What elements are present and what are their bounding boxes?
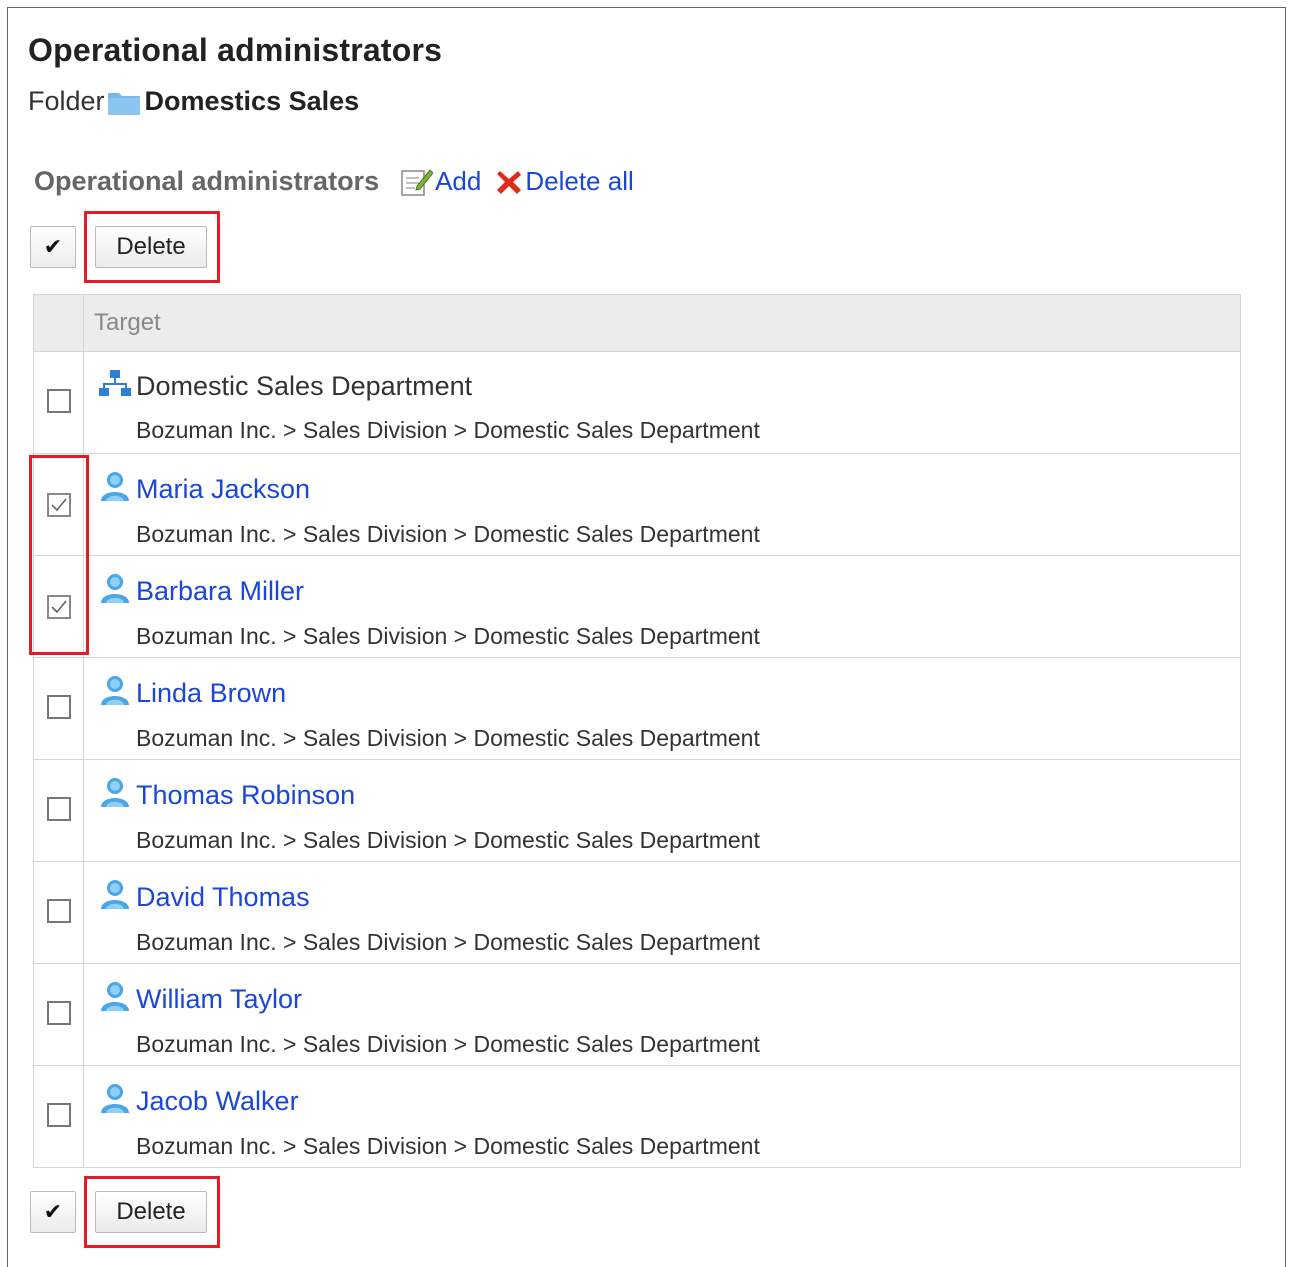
edit-icon [401,168,434,196]
targets-table: Target Domestic Sales Department Bozuman … [33,294,1241,1168]
organization-path: Bozuman Inc. > Sales Division > Domestic… [136,1031,760,1057]
top-action-bar: ✔ Delete [30,211,220,283]
folder-icon [107,90,141,116]
add-label: Add [435,166,482,196]
user-icon [98,878,132,917]
organization-path: Bozuman Inc. > Sales Division > Domestic… [136,1133,760,1159]
row-info-cell: Barbara Miller Bozuman Inc. > Sales Divis… [83,555,1241,658]
section-header: Operational administrators Add Delete al… [34,166,634,197]
table-row: Linda Brown Bozuman Inc. > Sales Division… [33,657,1241,760]
row-checkbox-cell [33,861,84,964]
row-checkbox[interactable] [46,899,71,923]
organization-name: Domestic Sales Department [136,371,473,401]
user-name-link[interactable]: Jacob Walker [136,1086,299,1117]
organization-icon [98,368,132,405]
user-icon [98,572,132,611]
user-name-link[interactable]: Barbara Miller [136,576,304,607]
table-row: Thomas Robinson Bozuman Inc. > Sales Divi… [33,759,1241,862]
user-name-link[interactable]: Maria Jackson [136,474,310,505]
user-icon [98,470,132,509]
user-name-link[interactable]: Thomas Robinson [136,780,355,811]
delete-button-highlight: Delete [84,1176,220,1248]
organization-path: Bozuman Inc. > Sales Division > Domestic… [136,725,760,751]
row-checkbox-cell [33,657,84,760]
row-checkbox[interactable] [46,1001,71,1025]
folder-name: Domestics Sales [144,86,360,116]
check-all-button[interactable]: ✔ [30,226,76,268]
table-row: William Taylor Bozuman Inc. > Sales Divis… [33,963,1241,1066]
organization-path: Bozuman Inc. > Sales Division > Domestic… [136,623,760,649]
user-icon [98,674,132,713]
folder-breadcrumb: Folder Domestics Sales [28,86,359,117]
row-checkbox-cell [33,351,84,454]
row-checkbox[interactable] [46,389,71,413]
table-row: Jacob Walker Bozuman Inc. > Sales Divisio… [33,1065,1241,1168]
row-checkbox-cell [33,1065,84,1168]
row-info-cell: Domestic Sales Department Bozuman Inc. > … [83,351,1241,454]
table-row: Maria Jackson Bozuman Inc. > Sales Divisi… [33,453,1241,556]
section-title: Operational administrators [34,166,380,196]
organization-path: Bozuman Inc. > Sales Division > Domestic… [136,827,760,853]
delete-all-label: Delete all [525,166,634,196]
user-icon [98,1082,132,1121]
add-link[interactable]: Add [399,166,481,197]
delete-button[interactable]: Delete [95,1191,207,1233]
row-info-cell: David Thomas Bozuman Inc. > Sales Divisio… [83,861,1241,964]
row-info-cell: William Taylor Bozuman Inc. > Sales Divis… [83,963,1241,1066]
delete-button[interactable]: Delete [95,226,207,268]
user-name-link[interactable]: David Thomas [136,882,310,913]
row-checkbox-cell [33,963,84,1066]
table-row: Domestic Sales Department Bozuman Inc. > … [33,351,1241,454]
row-info-cell: Linda Brown Bozuman Inc. > Sales Division… [83,657,1241,760]
organization-path: Bozuman Inc. > Sales Division > Domestic… [136,521,760,547]
user-icon [98,776,132,815]
row-checkbox[interactable] [46,1103,71,1127]
organization-path: Bozuman Inc. > Sales Division > Domestic… [136,929,760,955]
row-checkbox-cell [33,759,84,862]
folder-label: Folder [28,86,105,116]
row-checkbox[interactable] [46,797,71,821]
delete-button-highlight: Delete [84,211,220,283]
table-row: David Thomas Bozuman Inc. > Sales Divisio… [33,861,1241,964]
user-name-link[interactable]: Linda Brown [136,678,286,709]
row-info-cell: Jacob Walker Bozuman Inc. > Sales Divisio… [83,1065,1241,1168]
target-column-header: Target [83,294,1241,352]
check-all-button[interactable]: ✔ [30,1191,76,1233]
close-icon [497,170,522,194]
checkbox-column-header [33,294,84,352]
organization-path: Bozuman Inc. > Sales Division > Domestic… [136,417,760,443]
bottom-action-bar: ✔ Delete [30,1176,220,1248]
row-info-cell: Maria Jackson Bozuman Inc. > Sales Divisi… [83,453,1241,556]
row-info-cell: Thomas Robinson Bozuman Inc. > Sales Divi… [83,759,1241,862]
table-row: Barbara Miller Bozuman Inc. > Sales Divis… [33,555,1241,658]
page-title: Operational administrators [28,32,443,68]
selected-rows-highlight [29,455,89,655]
delete-all-link[interactable]: Delete all [495,166,634,197]
row-checkbox[interactable] [46,695,71,719]
user-name-link[interactable]: William Taylor [136,984,302,1015]
user-icon [98,980,132,1019]
